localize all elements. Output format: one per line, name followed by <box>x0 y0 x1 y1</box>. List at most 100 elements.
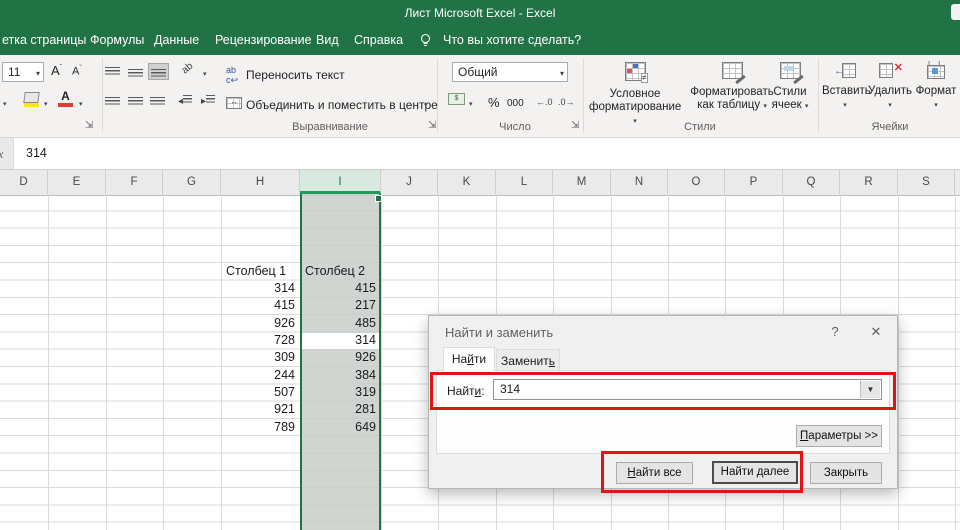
tab-replace[interactable]: Заменить <box>496 349 560 370</box>
column-header-E[interactable]: E <box>48 170 106 194</box>
orientation-icon[interactable]: ab <box>180 61 196 77</box>
cell-i[interactable]: 314 <box>302 332 376 349</box>
number-dialog-launcher-icon[interactable]: ⇲ <box>571 120 579 131</box>
align-center-icon[interactable] <box>128 97 143 108</box>
tab-review[interactable]: Рецензирование <box>215 33 312 47</box>
percent-style-button[interactable]: % <box>488 95 500 110</box>
column-header-M[interactable]: M <box>553 170 611 194</box>
group-separator <box>437 58 438 132</box>
format-cells-icon: |↔| <box>926 62 946 78</box>
font-dialog-launcher-icon[interactable]: ⇲ <box>85 120 93 131</box>
align-bottom-icon[interactable] <box>148 63 169 80</box>
tab-help[interactable]: Справка <box>354 33 403 47</box>
close-button[interactable]: Закрыть <box>810 462 882 484</box>
cell-i[interactable]: 281 <box>302 401 376 418</box>
chevron-down-icon[interactable]: ▾ <box>36 65 40 83</box>
chevron-down-icon[interactable]: ▾ <box>424 101 428 109</box>
formula-bar-input[interactable]: 314 <box>13 138 960 169</box>
cell-h[interactable]: 926 <box>221 315 295 332</box>
column-header-J[interactable]: J <box>381 170 438 194</box>
chevron-down-icon[interactable]: ▾ <box>560 65 564 83</box>
column-header-N[interactable]: N <box>611 170 668 194</box>
chevron-down-icon[interactable]: ▾ <box>469 100 473 108</box>
cell-i[interactable]: 926 <box>302 349 376 366</box>
cell-h[interactable]: 244 <box>221 367 295 384</box>
window-control-fragment[interactable] <box>951 4 960 20</box>
selection-handle[interactable] <box>375 195 382 202</box>
chevron-down-icon[interactable]: ▾ <box>3 100 7 108</box>
column-header-S[interactable]: S <box>898 170 955 194</box>
cell-col1-header[interactable]: Столбец 1 <box>226 263 286 280</box>
ribbon-tab-bar: етка страницы Формулы Данные Рецензирова… <box>0 27 960 55</box>
cell-i[interactable]: 415 <box>302 280 376 297</box>
group-separator <box>583 58 584 132</box>
cell-i[interactable]: 319 <box>302 384 376 401</box>
column-headers: D E F G H I J K L M N O P Q R S <box>0 169 960 196</box>
column-header-H[interactable]: H <box>221 170 300 194</box>
cell-h[interactable]: 415 <box>221 297 295 314</box>
alignment-dialog-launcher-icon[interactable]: ⇲ <box>428 120 436 131</box>
decrease-decimal-icon[interactable]: .0→ <box>558 97 575 107</box>
column-header-K[interactable]: K <box>438 170 496 194</box>
column-header-F[interactable]: F <box>106 170 163 194</box>
column-header-D[interactable]: D <box>0 170 48 194</box>
fill-color-button[interactable] <box>24 92 39 107</box>
fx-icon[interactable]: fx <box>0 138 11 169</box>
shrink-font-button[interactable]: Aˇ <box>72 65 82 78</box>
align-middle-icon[interactable] <box>128 67 143 78</box>
column-header-G[interactable]: G <box>163 170 221 194</box>
cell-i[interactable]: 384 <box>302 367 376 384</box>
comma-style-button[interactable]: 000 <box>507 98 524 109</box>
insert-cells-icon: ← <box>834 62 856 78</box>
title-bar: Лист Microsoft Excel - Excel <box>0 0 960 27</box>
group-separator <box>102 58 103 132</box>
decrease-indent-icon[interactable]: ◂ <box>178 95 192 107</box>
tab-page-layout[interactable]: етка страницы <box>2 33 86 47</box>
increase-indent-icon[interactable]: ▸ <box>201 95 215 107</box>
merge-center-button[interactable]: Объединить и поместить в центре <box>246 98 438 112</box>
cell-col2-header[interactable]: Столбец 2 <box>305 263 365 280</box>
currency-format-icon[interactable]: $ <box>448 93 465 105</box>
close-icon[interactable]: ✕ <box>867 324 885 340</box>
cell-i[interactable]: 649 <box>302 419 376 436</box>
help-icon[interactable]: ? <box>827 324 843 339</box>
tab-data[interactable]: Данные <box>154 33 199 47</box>
wrap-text-button[interactable]: Переносить текст <box>246 68 345 82</box>
tell-me-search[interactable]: Что вы хотите сделать? <box>443 33 581 47</box>
cell-i[interactable]: 485 <box>302 315 376 332</box>
number-format-combo[interactable]: Общий▾ <box>452 62 568 82</box>
cell-h[interactable]: 507 <box>221 384 295 401</box>
group-label-number: Число <box>470 121 560 133</box>
column-header-Q[interactable]: Q <box>783 170 840 194</box>
options-button[interactable]: Параметры >> <box>796 425 882 447</box>
conditional-formatting-icon: ≠ <box>625 62 646 81</box>
chevron-down-icon[interactable]: ▾ <box>79 100 83 108</box>
merge-center-icon: ↔ <box>226 97 242 109</box>
column-header-I-selected[interactable]: I <box>300 170 381 194</box>
cell-i[interactable]: 217 <box>302 297 376 314</box>
align-right-icon[interactable] <box>150 97 165 108</box>
column-header-O[interactable]: O <box>668 170 725 194</box>
increase-decimal-icon[interactable]: ←.0 <box>536 97 553 107</box>
excel-window: Лист Microsoft Excel - Excel етка страни… <box>0 0 960 530</box>
align-left-icon[interactable] <box>105 97 120 108</box>
cell-h[interactable]: 728 <box>221 332 295 349</box>
table-row: 314 415 <box>0 280 960 297</box>
column-header-R[interactable]: R <box>840 170 898 194</box>
cell-h[interactable]: 789 <box>221 419 295 436</box>
cell-styles-button[interactable]: Стили ячеек ▾ <box>768 60 812 132</box>
column-header-P[interactable]: P <box>725 170 783 194</box>
font-color-button[interactable]: A <box>58 89 73 107</box>
tab-find[interactable]: Найти <box>443 347 495 371</box>
cell-h[interactable]: 921 <box>221 401 295 418</box>
tab-view[interactable]: Вид <box>316 33 339 47</box>
cell-h[interactable]: 314 <box>221 280 295 297</box>
column-header-L[interactable]: L <box>496 170 553 194</box>
cell-h[interactable]: 309 <box>221 349 295 366</box>
font-size-combo[interactable]: 11▾ <box>2 62 44 82</box>
chevron-down-icon[interactable]: ▾ <box>203 70 207 78</box>
tab-formulas[interactable]: Формулы <box>90 33 144 47</box>
chevron-down-icon[interactable]: ▾ <box>44 100 48 108</box>
grow-font-button[interactable]: Aˆ <box>51 63 62 78</box>
align-top-icon[interactable] <box>105 67 120 78</box>
